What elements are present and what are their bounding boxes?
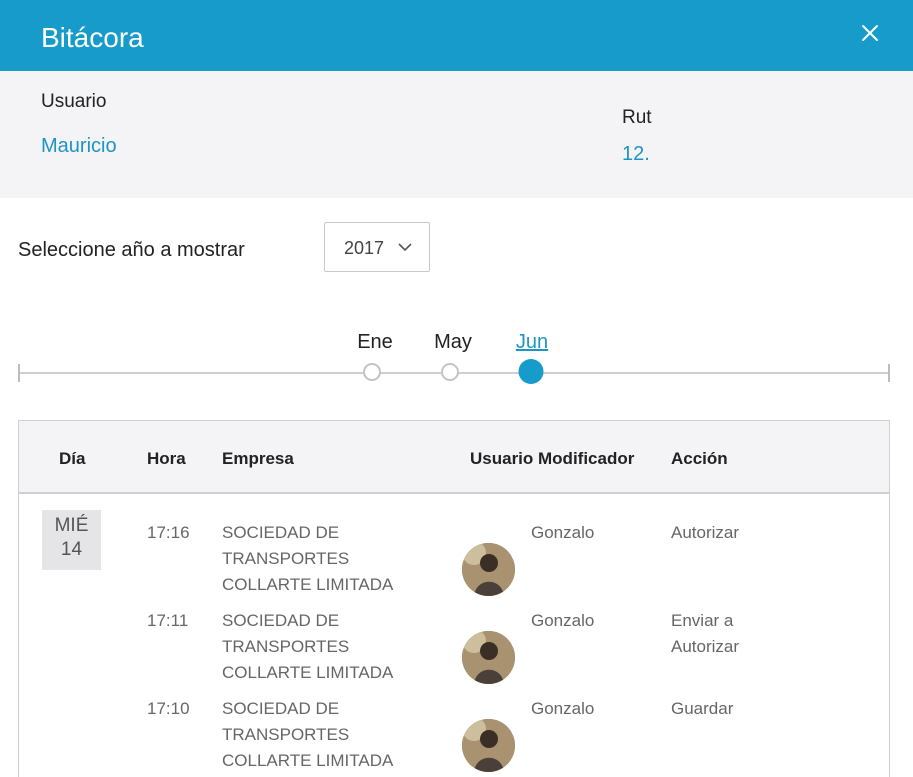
rut-value: 12. xyxy=(622,143,650,165)
table-row[interactable]: 17:11 SOCIEDAD DE TRANSPORTES COLLARTE L… xyxy=(19,608,889,696)
row-empresa: SOCIEDAD DE TRANSPORTES COLLARTE LIMITAD… xyxy=(222,611,394,682)
rut-label: Rut xyxy=(622,107,652,128)
row-accion: Enviar a Autorizar xyxy=(671,611,740,656)
row-accion: Guardar xyxy=(671,699,734,718)
close-icon[interactable] xyxy=(858,21,882,45)
row-hora: 17:16 xyxy=(147,523,190,542)
user-avatar xyxy=(462,631,515,684)
user-avatar xyxy=(462,719,515,772)
row-usuario: Gonzalo xyxy=(531,699,595,718)
timeline-start-cap xyxy=(18,364,20,382)
year-select-label: Seleccione año a mostrar xyxy=(18,239,245,261)
row-empresa: SOCIEDAD DE TRANSPORTES COLLARTE LIMITAD… xyxy=(222,699,394,770)
column-header-dia: Día xyxy=(59,449,86,468)
column-header-accion: Acción xyxy=(671,449,728,468)
row-usuario: Gonzalo xyxy=(531,611,595,630)
row-hora: 17:10 xyxy=(147,699,190,718)
chevron-down-icon xyxy=(398,243,412,252)
usuario-label: Usuario xyxy=(41,91,107,112)
row-usuario: Gonzalo xyxy=(531,523,595,542)
timeline-month-may[interactable]: May xyxy=(434,331,472,354)
table-row[interactable]: 17:10 SOCIEDAD DE TRANSPORTES COLLARTE L… xyxy=(19,696,889,777)
dialog-header: Bitácora xyxy=(0,0,913,71)
timeline-month-ene[interactable]: Ene xyxy=(357,331,393,354)
table-row[interactable]: 17:16 SOCIEDAD DE TRANSPORTES COLLARTE L… xyxy=(19,520,889,608)
year-select[interactable]: 2017 xyxy=(324,222,430,272)
timeline-dot-jun[interactable] xyxy=(518,359,544,384)
column-header-usuario-modificador: Usuario Modificador xyxy=(470,449,635,468)
user-info-panel: Usuario Mauricio Rut 12. xyxy=(0,71,913,198)
timeline-dot-may[interactable] xyxy=(441,363,459,381)
row-hora: 17:11 xyxy=(147,611,189,630)
year-select-value: 2017 xyxy=(344,238,385,258)
month-timeline: Ene May Jun xyxy=(0,325,913,395)
timeline-month-jun[interactable]: Jun xyxy=(516,331,548,354)
timeline-dot-ene[interactable] xyxy=(363,363,381,381)
dialog-title: Bitácora xyxy=(41,22,144,53)
log-table: Día Hora Empresa Usuario Modificador Acc… xyxy=(18,420,890,777)
user-avatar xyxy=(462,543,515,596)
column-header-hora: Hora xyxy=(147,449,186,468)
column-header-empresa: Empresa xyxy=(222,449,294,468)
table-header: Día Hora Empresa Usuario Modificador Acc… xyxy=(19,421,889,494)
timeline-end-cap xyxy=(888,364,890,382)
usuario-value: Mauricio xyxy=(41,135,117,157)
row-empresa: SOCIEDAD DE TRANSPORTES COLLARTE LIMITAD… xyxy=(222,523,394,594)
row-accion: Autorizar xyxy=(671,523,740,542)
